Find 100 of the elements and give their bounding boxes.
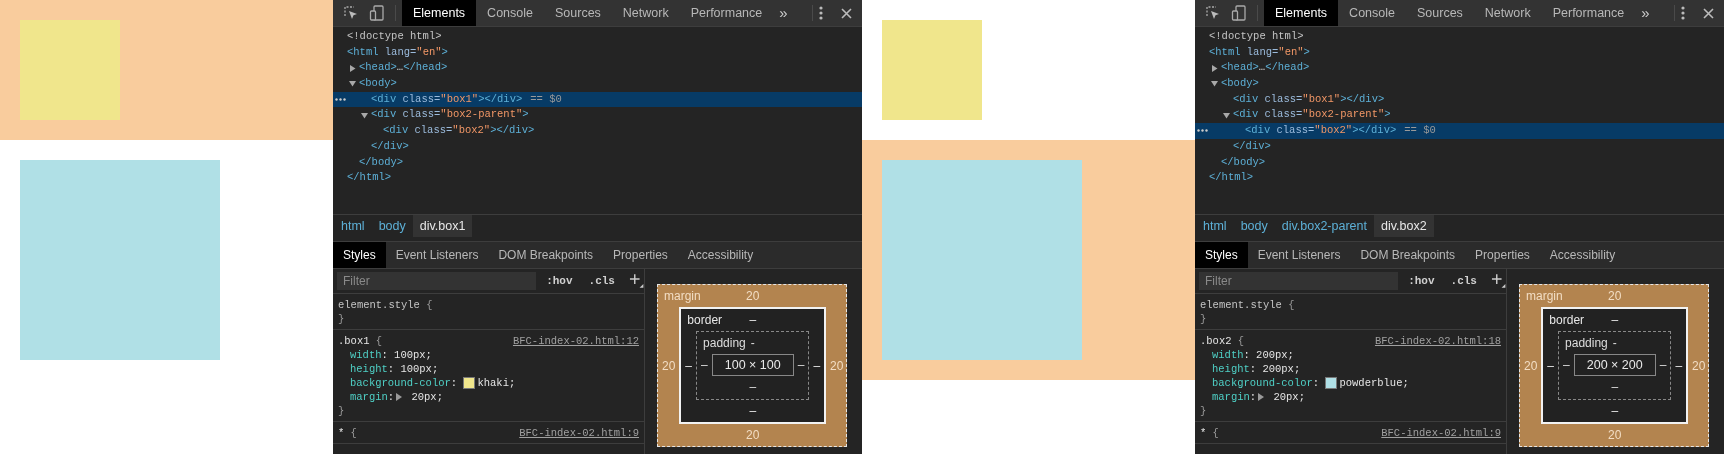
plus-icon[interactable] xyxy=(1490,273,1506,289)
pane-tab[interactable]: Properties xyxy=(1465,242,1540,268)
breadcrumb-item[interactable]: div.box2-parent xyxy=(1274,215,1374,237)
pane-tab[interactable]: DOM Breakpoints xyxy=(1350,242,1466,268)
disclosure-triangle-icon[interactable] xyxy=(349,80,356,88)
closing-brace: } xyxy=(1200,405,1207,417)
dom-node[interactable]: </body> xyxy=(333,154,862,171)
dom-node[interactable]: </html> xyxy=(1195,170,1724,186)
disclosure-triangle-icon[interactable] xyxy=(1223,111,1230,119)
panel-tab[interactable]: Sources xyxy=(544,0,612,26)
more-icon[interactable] xyxy=(1681,6,1685,20)
panel-tab[interactable]: Performance xyxy=(1541,0,1636,26)
close-icon[interactable] xyxy=(841,7,852,19)
filter-field[interactable]: Filter xyxy=(1199,272,1399,290)
device-icon[interactable] xyxy=(369,5,385,21)
dom-node[interactable]: <div class="box2"></div> == $0 xyxy=(1195,123,1724,139)
dom-node[interactable]: <div class="box2-parent"> xyxy=(1195,107,1724,124)
pane-tab[interactable]: Properties xyxy=(603,242,678,268)
breadcrumb-item[interactable]: body xyxy=(1233,215,1275,237)
pane-tab[interactable]: Event Listeners xyxy=(1247,242,1351,268)
disclosure-triangle-icon[interactable] xyxy=(1258,393,1265,401)
ellipsis-icon[interactable] xyxy=(335,97,346,101)
dom-node[interactable]: <div class="box1"></div> == $0 xyxy=(333,91,862,108)
rule-selector: * { xyxy=(1200,426,1219,440)
toolbar-button[interactable]: .cls xyxy=(582,273,621,289)
box-label: margin xyxy=(1525,288,1564,305)
style-declaration: width: 100px; xyxy=(349,348,433,362)
dom-node[interactable]: </div> xyxy=(1195,138,1724,155)
box-value: – xyxy=(1659,358,1667,372)
source-link[interactable]: BFC-index-02.html:18 xyxy=(1374,334,1501,348)
rule-selector: .box2 { xyxy=(1200,334,1245,348)
breadcrumb-item[interactable]: html xyxy=(1196,215,1234,237)
panel-tab[interactable]: Elements xyxy=(402,0,477,26)
box-value: – xyxy=(749,380,757,394)
disclosure-triangle-icon[interactable] xyxy=(1211,80,1218,88)
disclosure-triangle-icon[interactable] xyxy=(349,64,356,72)
more-tabs-button[interactable]: » xyxy=(773,3,794,23)
toolbar-button[interactable]: :hov xyxy=(540,273,579,289)
style-declaration: height: 200px; xyxy=(1211,362,1302,376)
panel-tab[interactable]: Console xyxy=(1338,0,1406,26)
dom-node[interactable]: <html lang="en"> xyxy=(333,44,862,61)
box-label: border xyxy=(1548,312,1586,329)
toolbar-button[interactable]: :hov xyxy=(1402,273,1441,289)
declaration-text: 20px; xyxy=(1272,390,1305,404)
dom-node[interactable]: <html lang="en"> xyxy=(1195,44,1724,61)
pane-tab[interactable]: Accessibility xyxy=(677,242,764,268)
breadcrumb-item[interactable]: div.box2 xyxy=(1374,215,1434,237)
plus-icon[interactable] xyxy=(628,273,644,289)
dom-node[interactable]: </div> xyxy=(333,138,862,155)
rule-selector: element.style { xyxy=(1200,298,1295,312)
breadcrumb-item[interactable]: body xyxy=(371,215,413,237)
close-icon[interactable] xyxy=(1703,7,1714,19)
source-link[interactable]: BFC-index-02.html:9 xyxy=(1381,426,1501,440)
more-tabs-button[interactable]: » xyxy=(1635,3,1656,23)
source-link[interactable]: BFC-index-02.html:9 xyxy=(519,426,639,440)
panel-tab[interactable]: Performance xyxy=(679,0,774,26)
panel-tab[interactable]: Network xyxy=(1473,0,1542,26)
panel-tab[interactable]: Network xyxy=(611,0,680,26)
dom-node[interactable]: <div class="box2-parent"> xyxy=(333,107,862,124)
color-swatch[interactable] xyxy=(1325,377,1338,389)
pane-tab[interactable]: Event Listeners xyxy=(385,242,489,268)
box-value: 20 xyxy=(746,428,760,442)
dom-node[interactable]: <!doctype html> xyxy=(333,29,862,45)
inspect-icon[interactable] xyxy=(343,5,359,21)
ellipsis-icon[interactable] xyxy=(1197,129,1208,133)
dom-node[interactable]: </html> xyxy=(333,170,862,186)
box-value: – xyxy=(1563,358,1570,372)
declaration-text: background-color: xyxy=(1212,376,1321,390)
breadcrumb-item[interactable]: div.box1 xyxy=(412,215,473,237)
disclosure-triangle-icon[interactable] xyxy=(396,393,403,401)
dom-node[interactable]: <head>…</head> xyxy=(1195,60,1724,77)
source-link[interactable]: BFC-index-02.html:12 xyxy=(512,334,639,348)
dom-node[interactable]: <div class="box1"></div> xyxy=(1195,91,1724,108)
panel-tab[interactable]: Console xyxy=(476,0,544,26)
box-label: border xyxy=(686,312,724,329)
box-label: padding xyxy=(702,335,747,352)
dom-node[interactable]: </body> xyxy=(1195,154,1724,171)
pane-tab[interactable]: Styles xyxy=(333,242,386,268)
dom-node[interactable]: <!doctype html> xyxy=(1195,29,1724,45)
box-label: margin xyxy=(663,288,702,305)
dom-node[interactable]: <div class="box2"></div> xyxy=(333,123,862,139)
pane-tab[interactable]: DOM Breakpoints xyxy=(488,242,604,268)
device-icon[interactable] xyxy=(1231,5,1247,21)
filter-field[interactable]: Filter xyxy=(337,272,537,290)
inspect-icon[interactable] xyxy=(1205,5,1221,21)
pane-tab[interactable]: Styles xyxy=(1195,242,1248,268)
toolbar-button[interactable]: .cls xyxy=(1444,273,1483,289)
breadcrumb-item[interactable]: html xyxy=(334,215,372,237)
dom-node[interactable]: <body> xyxy=(1195,76,1724,92)
disclosure-triangle-icon[interactable] xyxy=(1211,64,1218,72)
more-icon[interactable] xyxy=(819,6,823,20)
panel-tab[interactable]: Elements xyxy=(1264,0,1339,26)
dom-node[interactable]: <head>…</head> xyxy=(333,60,862,77)
declaration-text: khaki; xyxy=(477,376,516,390)
closing-brace: } xyxy=(338,313,345,325)
pane-tab[interactable]: Accessibility xyxy=(1539,242,1626,268)
disclosure-triangle-icon[interactable] xyxy=(361,111,368,119)
dom-node[interactable]: <body> xyxy=(333,76,862,92)
color-swatch[interactable] xyxy=(463,377,476,389)
panel-tab[interactable]: Sources xyxy=(1406,0,1474,26)
